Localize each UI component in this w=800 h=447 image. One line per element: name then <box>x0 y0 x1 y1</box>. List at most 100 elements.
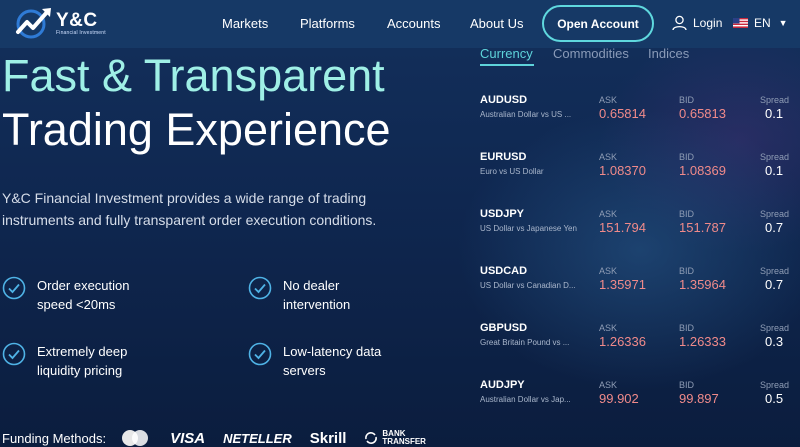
quote-symbol: EURUSD <box>480 151 527 163</box>
spread-label: Spread <box>760 209 790 219</box>
quote-symbol: AUDUSD <box>480 94 528 106</box>
bid-label: BID <box>679 380 695 390</box>
bid-price: 151.787 <box>679 220 726 235</box>
language-label: EN <box>754 16 771 30</box>
quote-description: US Dollar vs Japanese Yen <box>480 224 577 233</box>
hero-title-line1: Fast & Transparent <box>2 50 385 101</box>
spread-value: 0.7 <box>765 220 784 235</box>
ask-label: ASK <box>599 266 618 276</box>
login-label: Login <box>693 16 723 30</box>
bid-price: 99.897 <box>679 391 719 406</box>
nav-markets[interactable]: Markets <box>222 16 268 31</box>
check-circle-icon <box>2 342 26 366</box>
spread-label: Spread <box>760 380 790 390</box>
quote-row[interactable]: USDCAD US Dollar vs Canadian D... ASK 1.359… <box>480 265 796 311</box>
ask-price: 1.08370 <box>599 163 646 178</box>
feature-text-line1: No dealer <box>283 278 340 293</box>
feature-item: Order execution speed <20ms <box>2 276 130 314</box>
feature-text-line2: intervention <box>283 297 351 312</box>
feature-text-line2: servers <box>283 363 326 378</box>
nav-accounts[interactable]: Accounts <box>387 16 440 31</box>
bank-transfer-label: BANK TRANSFER <box>382 429 426 446</box>
ask-price: 1.26336 <box>599 334 646 349</box>
brand-logo[interactable]: Y&C Financial Investment <box>14 6 106 40</box>
quote-description: Euro vs US Dollar <box>480 167 544 176</box>
quote-symbol: USDJPY <box>480 208 525 220</box>
feature-text-line2: speed <20ms <box>37 297 116 312</box>
ask-price: 1.35971 <box>599 277 646 292</box>
quote-row[interactable]: EURUSD Euro vs US Dollar ASK 1.08370 BID 1.08… <box>480 151 796 197</box>
spread-value: 0.3 <box>765 334 784 349</box>
quote-symbol: USDCAD <box>480 265 528 277</box>
spread-label: Spread <box>760 152 790 162</box>
check-circle-icon <box>2 276 26 300</box>
top-navigation-bar: Y&C Financial Investment Markets Platfor… <box>0 0 800 48</box>
quote-description: Australian Dollar vs US ... <box>480 110 572 119</box>
bank-transfer-icon <box>365 432 378 444</box>
us-flag-icon <box>733 18 748 28</box>
spread-value: 0.7 <box>765 277 784 292</box>
spread-value: 0.5 <box>765 391 784 406</box>
active-tab-indicator <box>480 64 534 66</box>
funding-methods-label: Funding Methods: <box>2 430 107 446</box>
feature-text-line1: Order execution <box>37 278 130 293</box>
login-link[interactable]: Login <box>672 15 722 31</box>
bid-price: 1.35964 <box>679 277 726 292</box>
quote-row[interactable]: AUDUSD Australian Dollar vs US ... ASK 0.65… <box>480 94 796 140</box>
ask-price: 99.902 <box>599 391 639 406</box>
ask-label: ASK <box>599 95 618 105</box>
bid-label: BID <box>679 266 695 276</box>
feature-item: Low-latency data servers <box>248 342 381 380</box>
open-account-button[interactable]: Open Account <box>542 5 654 42</box>
language-selector[interactable]: EN ▼ <box>733 16 788 30</box>
user-icon <box>672 15 687 31</box>
bid-label: BID <box>679 323 695 333</box>
feature-item: Extremely deep liquidity pricing <box>2 342 127 380</box>
mastercard-logo-icon <box>122 430 149 446</box>
quote-row[interactable]: GBPUSD Great Britain Pound vs ... ASK 1.263… <box>480 322 796 368</box>
quote-symbol: AUDJPY <box>480 379 525 391</box>
ask-label: ASK <box>599 209 618 219</box>
brand-subtitle: Financial Investment <box>56 29 106 36</box>
quote-row[interactable]: USDJPY US Dollar vs Japanese Yen ASK 151.79… <box>480 208 796 254</box>
quote-row[interactable]: AUDJPY Australian Dollar vs Jap... ASK 99.9… <box>480 379 796 425</box>
quote-description: Great Britain Pound vs ... <box>480 338 570 347</box>
ask-label: ASK <box>599 152 618 162</box>
bid-label: BID <box>679 95 695 105</box>
bank-transfer-logo: BANK TRANSFER <box>364 429 426 446</box>
tab-indices[interactable]: Indices <box>648 46 689 61</box>
nav-platforms[interactable]: Platforms <box>300 16 355 31</box>
ask-label: ASK <box>599 380 618 390</box>
spread-label: Spread <box>760 323 790 333</box>
spread-value: 0.1 <box>765 106 784 121</box>
feature-text-line2: liquidity pricing <box>37 363 123 378</box>
feature-item: No dealer intervention <box>248 276 350 314</box>
nav-about-us[interactable]: About Us <box>470 16 523 31</box>
spread-label: Spread <box>760 95 790 105</box>
brand-logo-icon <box>16 8 51 39</box>
spread-value: 0.1 <box>765 163 784 178</box>
quote-description: US Dollar vs Canadian D... <box>480 281 576 290</box>
hero-description: Y&C Financial Investment provides a wide… <box>2 190 377 228</box>
feature-text-line1: Low-latency data <box>283 344 382 359</box>
neteller-logo: NETELLER <box>223 430 292 446</box>
feature-text-line1: Extremely deep <box>37 344 128 359</box>
tab-currency[interactable]: Currency <box>480 46 533 61</box>
brand-name: Y&C <box>56 9 98 31</box>
bid-price: 1.08369 <box>679 163 726 178</box>
chevron-down-icon: ▼ <box>778 18 788 28</box>
ask-label: ASK <box>599 323 618 333</box>
quote-description: Australian Dollar vs Jap... <box>480 395 571 404</box>
ask-price: 0.65814 <box>599 106 646 121</box>
check-circle-icon <box>248 276 272 300</box>
tab-commodities[interactable]: Commodities <box>553 46 629 61</box>
skrill-logo: Skrill <box>309 429 347 447</box>
quote-symbol: GBPUSD <box>480 322 528 334</box>
funding-methods: Funding Methods: VISA NETELLER Skrill BA… <box>2 429 426 447</box>
visa-logo: VISA <box>170 429 206 447</box>
bid-price: 0.65813 <box>679 106 726 121</box>
check-circle-icon <box>248 342 272 366</box>
ask-price: 151.794 <box>599 220 646 235</box>
bid-label: BID <box>679 209 695 219</box>
spread-label: Spread <box>760 266 790 276</box>
